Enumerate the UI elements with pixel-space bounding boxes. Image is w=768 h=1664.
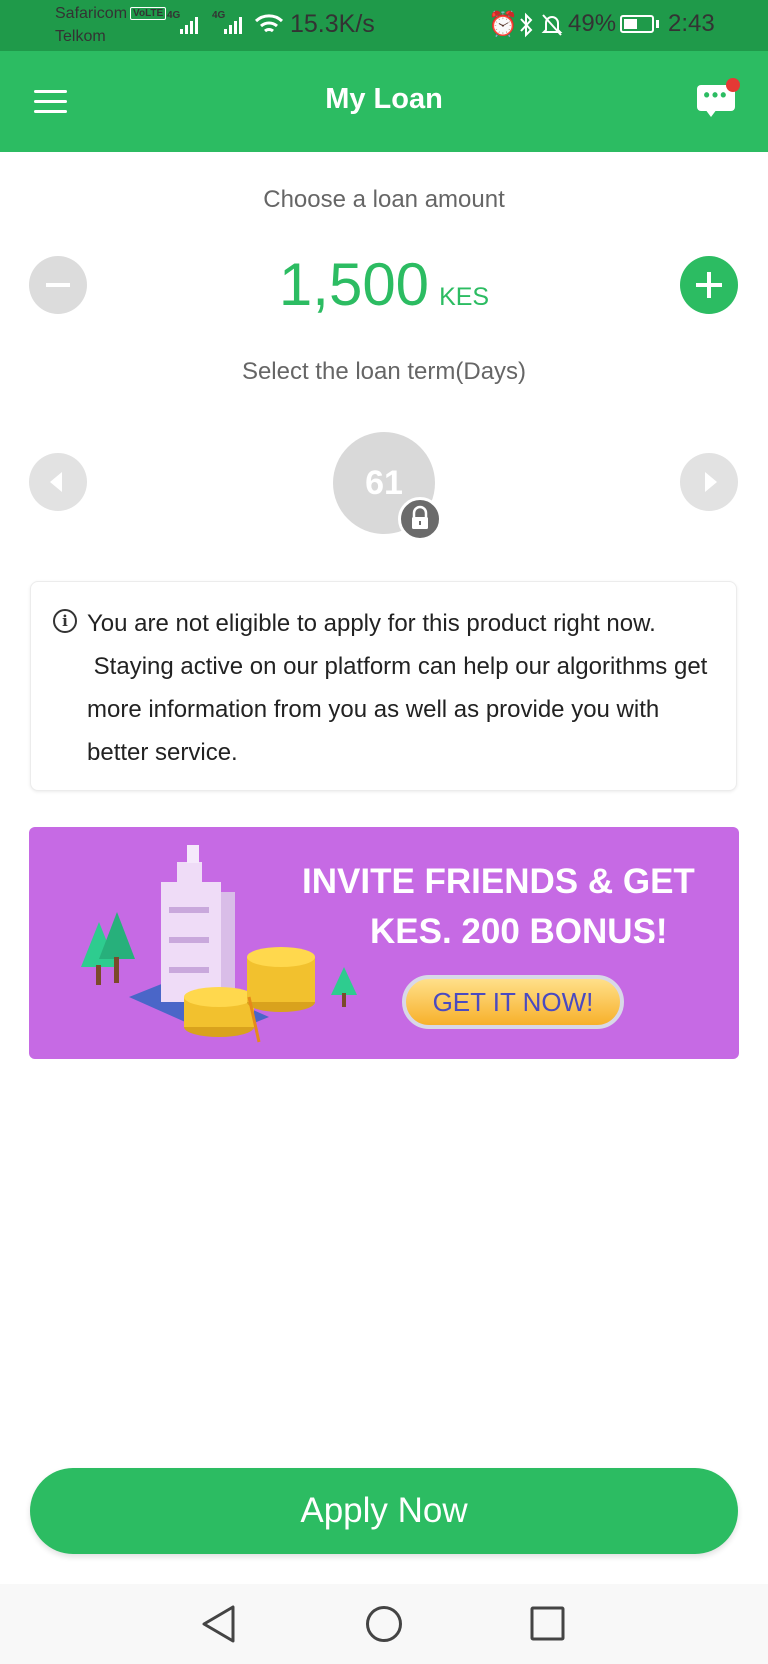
increase-amount-button[interactable] [680,256,738,314]
next-term-button[interactable] [680,453,738,511]
lock-icon [398,497,442,541]
notification-dot [726,78,740,92]
carrier-name-primary: Safaricom VoLTE [55,5,167,23]
wifi-icon [254,14,284,33]
get-it-now-button[interactable]: GET IT NOW! [402,975,624,1029]
chevron-right-icon [705,472,717,492]
plus-icon [696,272,722,298]
alarm-icon: ⏰ [488,11,520,38]
system-status-icons: ⏰ [488,10,520,39]
loan-amount-label: Choose a loan amount [263,186,505,213]
carrier1-label: Safaricom [55,5,128,22]
network-type-1: 4G [167,10,181,21]
banner-headline-line2: KES. 200 BONUS! [370,912,668,951]
bluetooth-icon [520,12,533,38]
clock: 2:43 [668,10,715,37]
loan-term-value: 61 [365,463,403,502]
battery-icon [620,15,654,33]
loan-term-label: Select the loan term(Days) [241,358,527,385]
mute-bell-icon [541,14,563,36]
apply-now-button[interactable]: Apply Now [30,1468,738,1554]
page-title: My Loan [325,83,443,115]
info-icon: i [53,609,77,633]
carrier-name-secondary: Telkom [55,28,106,45]
signal-strength-icon [180,17,198,34]
network-speed: 15.3K/s [290,10,375,38]
eligibility-notice-text: You are not eligible to apply for this p… [87,610,708,766]
battery-cap [656,20,659,28]
back-nav-icon[interactable] [200,1604,238,1644]
signal-strength-icon-2 [224,17,242,34]
volte-badge: VoLTE [130,7,167,20]
chevron-left-icon [50,472,62,492]
home-nav-icon[interactable] [364,1604,404,1644]
battery-level [624,19,637,29]
battery-percent: 49% [568,10,617,37]
banner-headline-line1: INVITE FRIENDS & GET [302,862,695,901]
loan-amount-value: 1,500 [278,251,430,318]
previous-term-button[interactable] [29,453,87,511]
recents-nav-icon[interactable] [528,1604,568,1644]
loan-amount-display: 1,500 KES [0,250,768,319]
currency-label: KES [439,283,490,311]
